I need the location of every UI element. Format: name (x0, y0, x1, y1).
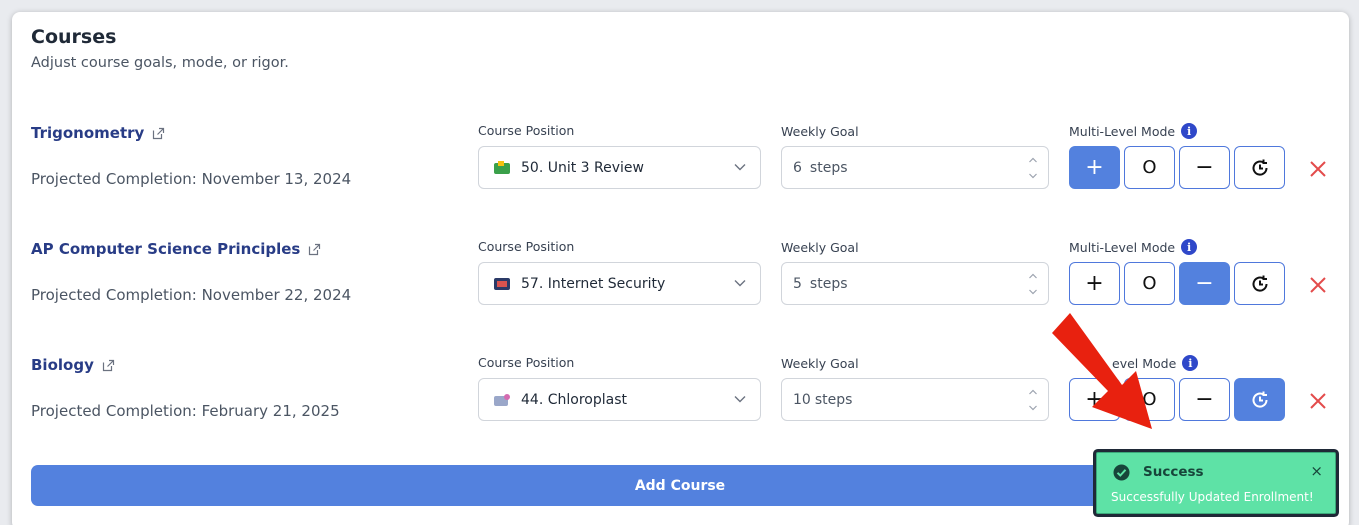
minus-icon: − (1195, 271, 1214, 296)
mode-clock-button[interactable] (1234, 262, 1285, 305)
course-name: Trigonometry (31, 124, 145, 142)
projected-completion: Projected Completion: November 13, 2024 (31, 170, 352, 188)
circle-icon: O (1142, 157, 1157, 178)
circle-icon: O (1142, 273, 1157, 294)
projected-completion: Projected Completion: February 21, 2025 (31, 402, 340, 420)
weekly-goal-unit: steps (809, 159, 848, 176)
info-icon[interactable]: i (1181, 239, 1198, 255)
chevron-down-icon (734, 280, 746, 287)
annotation-arrow-icon (1052, 313, 1152, 429)
course-position-select[interactable]: 44. Chloroplast (478, 378, 761, 421)
course-name: AP Computer Science Principles (31, 240, 301, 258)
minus-icon: − (1195, 155, 1214, 180)
weekly-goal-value: 5 (793, 275, 802, 292)
chevron-down-icon (734, 396, 746, 403)
weekly-goal-unit: steps (814, 391, 853, 408)
course-thumbnail-icon (494, 393, 510, 406)
course-position-value: 57. Internet Security (521, 275, 666, 292)
mode-plus-button[interactable]: + (1069, 262, 1120, 305)
page-title: Courses (31, 26, 117, 48)
course-name: Biology (31, 356, 94, 374)
external-link-icon (309, 243, 321, 255)
multi-level-mode-label: Multi-Level Mode i (1069, 123, 1198, 139)
projected-completion: Projected Completion: November 22, 2024 (31, 286, 352, 304)
minus-icon: − (1195, 387, 1214, 412)
toast-close-button[interactable]: × (1310, 462, 1323, 480)
plus-icon: + (1085, 155, 1104, 180)
weekly-goal-value: 6 (793, 159, 802, 176)
weekly-goal-input[interactable]: 6 steps (781, 146, 1049, 189)
toast-title: Success (1143, 464, 1204, 480)
check-circle-icon (1113, 464, 1130, 481)
plus-icon: + (1085, 271, 1104, 296)
course-position-value: 50. Unit 3 Review (521, 159, 644, 176)
weekly-goal-label: Weekly Goal (781, 356, 859, 371)
course-link-trigonometry[interactable]: Trigonometry (31, 124, 165, 142)
stepper-arrows-icon[interactable] (1028, 387, 1038, 413)
course-link-ap-csp[interactable]: AP Computer Science Principles (31, 240, 321, 258)
course-position-label: Course Position (478, 355, 575, 370)
delete-course-icon[interactable] (1309, 160, 1327, 178)
weekly-goal-input[interactable]: 10 steps (781, 378, 1049, 421)
multi-level-mode-text: Multi-Level Mode (1069, 239, 1176, 255)
course-link-biology[interactable]: Biology (31, 356, 115, 374)
mode-minus-button[interactable]: − (1179, 262, 1230, 305)
course-position-value: 44. Chloroplast (521, 391, 627, 408)
mode-circle-button[interactable]: O (1124, 146, 1175, 189)
clock-reset-icon (1252, 275, 1268, 292)
multi-level-mode-label: Multi-Level Mode i (1069, 239, 1198, 255)
weekly-goal-unit: steps (809, 275, 848, 292)
weekly-goal-value: 10 (793, 391, 811, 408)
toast-message: Successfully Updated Enrollment! (1111, 490, 1314, 504)
mode-clock-button[interactable] (1234, 146, 1285, 189)
mode-clock-button[interactable] (1234, 378, 1285, 421)
course-position-select[interactable]: 50. Unit 3 Review (478, 146, 761, 189)
mode-plus-button[interactable]: + (1069, 146, 1120, 189)
chevron-down-icon (734, 164, 746, 171)
multi-level-mode-text: Multi-Level Mode (1069, 123, 1176, 139)
course-thumbnail-icon (494, 160, 510, 174)
success-toast: Success × Successfully Updated Enrollmen… (1096, 452, 1336, 514)
clock-reset-icon (1252, 159, 1268, 176)
weekly-goal-input[interactable]: 5 steps (781, 262, 1049, 305)
weekly-goal-label: Weekly Goal (781, 124, 859, 139)
mode-circle-button[interactable]: O (1124, 262, 1175, 305)
external-link-icon (153, 127, 165, 139)
stepper-arrows-icon[interactable] (1028, 155, 1038, 181)
delete-course-icon[interactable] (1309, 276, 1327, 294)
clock-reset-icon (1252, 391, 1268, 408)
page-subtitle: Adjust course goals, mode, or rigor. (31, 55, 289, 71)
delete-course-icon[interactable] (1309, 392, 1327, 410)
course-position-label: Course Position (478, 123, 575, 138)
course-position-label: Course Position (478, 239, 575, 254)
weekly-goal-label: Weekly Goal (781, 240, 859, 255)
mode-minus-button[interactable]: − (1179, 146, 1230, 189)
external-link-icon (102, 359, 114, 371)
stepper-arrows-icon[interactable] (1028, 271, 1038, 297)
course-position-select[interactable]: 57. Internet Security (478, 262, 761, 305)
info-icon[interactable]: i (1181, 123, 1198, 139)
course-thumbnail-icon (494, 277, 510, 290)
